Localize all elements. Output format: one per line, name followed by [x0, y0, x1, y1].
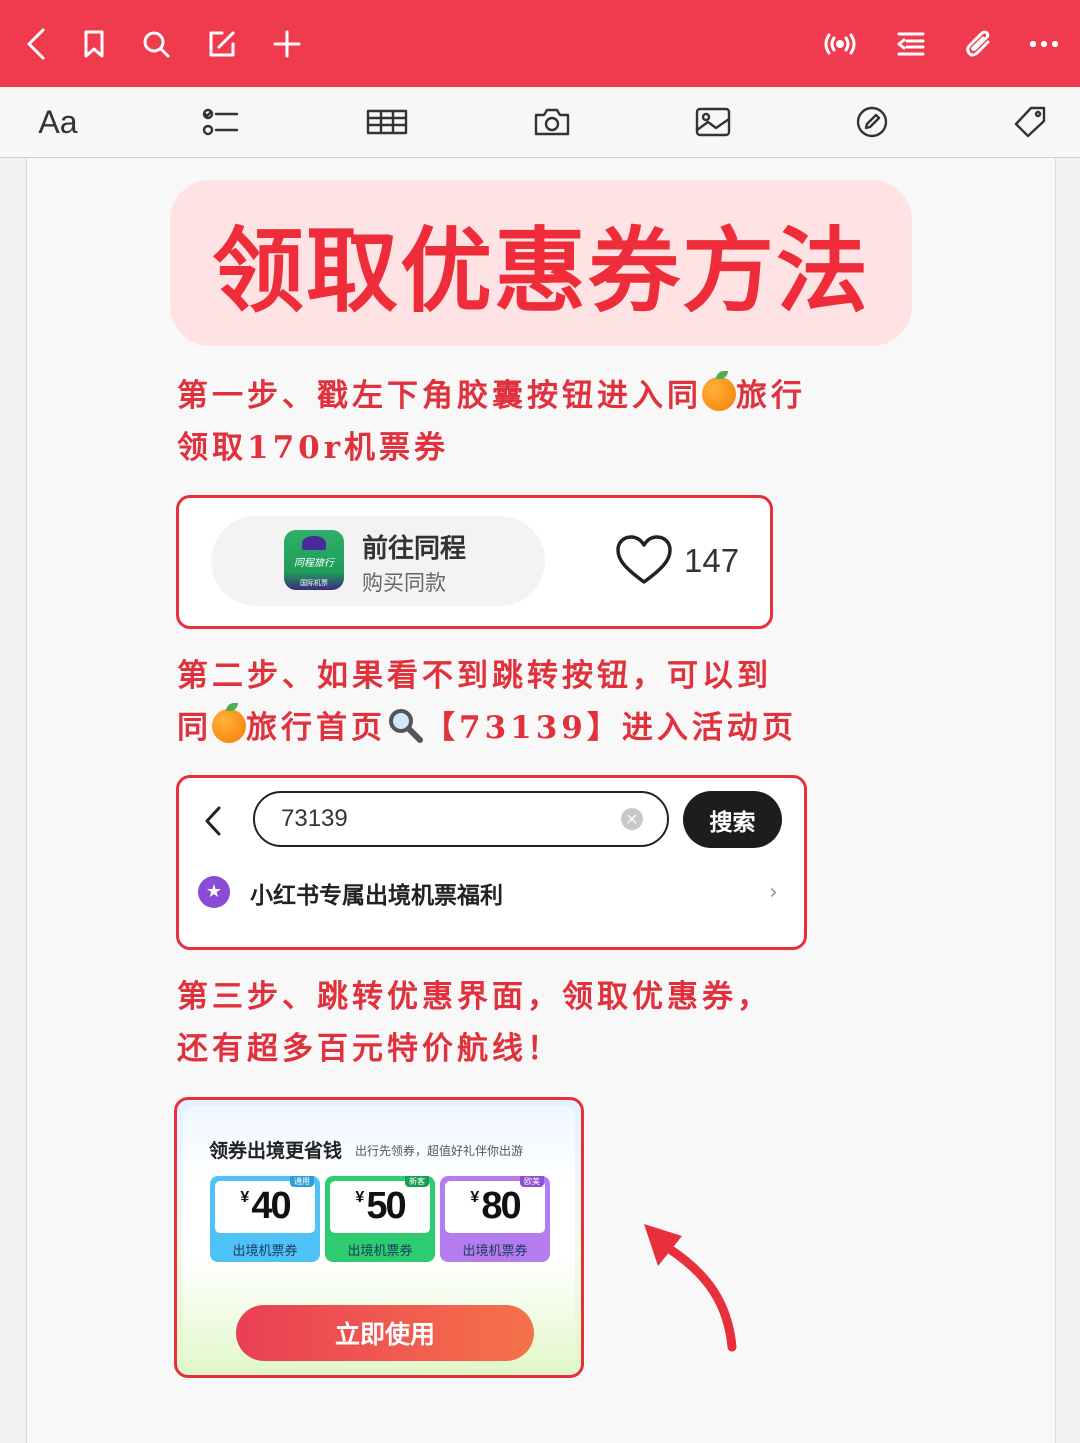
- step1-text: 第一步、戳左下角胶囊按钮进入同 旅行 领取170r机票券: [177, 370, 806, 474]
- search-button[interactable]: 搜索: [683, 791, 782, 848]
- coupon-tag: 通用: [290, 1176, 314, 1187]
- camera-icon[interactable]: [533, 100, 571, 144]
- coupon-40[interactable]: ¥40 通用 出境机票券: [210, 1176, 320, 1262]
- orange-emoji-icon: [212, 703, 246, 743]
- coupon-amount: 40: [251, 1185, 291, 1227]
- use-now-button[interactable]: 立即使用: [236, 1305, 534, 1361]
- coupon-tag: 新客: [405, 1176, 429, 1187]
- font-style-button[interactable]: Aa: [36, 100, 80, 144]
- search-icon[interactable]: [134, 22, 178, 66]
- back-icon[interactable]: [14, 22, 58, 66]
- coupon-label: 出境机票券: [462, 1244, 528, 1259]
- table-icon[interactable]: [366, 100, 408, 144]
- coupon-section-subtitle: 出行先领券，超值好礼伴你出游: [355, 1144, 524, 1158]
- edit-icon[interactable]: [200, 22, 244, 66]
- search-screenshot-card: 73139 × 搜索 ★ 小红书专属出境机票福利 ›: [176, 775, 807, 950]
- heart-icon[interactable]: [615, 534, 673, 586]
- note-page: 领取优惠券方法 第一步、戳左下角胶囊按钮进入同 旅行 领取170r机票券 同程旅行…: [26, 158, 1056, 1443]
- app-logo-icon: 同程旅行 国际机票: [284, 530, 344, 590]
- coupon-amount: 50: [366, 1185, 406, 1227]
- coupon-tag: 欧美: [520, 1176, 544, 1187]
- chevron-right-icon: ›: [769, 880, 778, 905]
- chevron-left-icon[interactable]: [201, 804, 225, 838]
- add-icon[interactable]: [265, 22, 309, 66]
- title-banner: 领取优惠券方法: [170, 180, 912, 346]
- step3-line2: 还有超多百元特价航线！: [177, 1031, 562, 1067]
- orange-emoji-icon: [702, 371, 736, 411]
- coupon-screenshot-card: 领券出境更省钱 出行先领券，超值好礼伴你出游 ¥40 通用 出境机票券 ¥50 …: [174, 1097, 584, 1378]
- clear-icon[interactable]: ×: [621, 808, 643, 830]
- attachment-icon[interactable]: [957, 22, 1001, 66]
- step1-line1a: 第一步、戳左下角胶囊按钮进入同: [177, 378, 702, 414]
- coupon-label: 出境机票券: [347, 1244, 413, 1259]
- capsule-subtitle: 购买同款: [362, 571, 446, 595]
- star-icon: ★: [198, 876, 230, 908]
- like-count: 147: [684, 542, 740, 579]
- search-result-item[interactable]: 小红书专属出境机票福利: [250, 876, 503, 910]
- checklist-icon[interactable]: [200, 100, 240, 144]
- draw-icon[interactable]: [855, 100, 889, 144]
- more-icon[interactable]: [1022, 22, 1066, 66]
- step2-line1: 第二步、如果看不到跳转按钮，可以到: [177, 658, 772, 694]
- step3-line1: 第三步、跳转优惠界面，领取优惠券，: [177, 979, 772, 1015]
- coupon-label: 出境机票券: [232, 1244, 298, 1259]
- top-navigation-bar: [0, 0, 1080, 87]
- goto-app-capsule-button[interactable]: 同程旅行 国际机票 前往同程 购买同款: [211, 516, 545, 606]
- tag-icon[interactable]: [1011, 100, 1047, 144]
- search-input[interactable]: 73139 ×: [253, 791, 669, 847]
- step1-line2: 领取170r机票券: [177, 430, 450, 466]
- magnifier-emoji-icon: [389, 709, 423, 743]
- step1-line1b: 旅行: [736, 378, 806, 414]
- step2-text: 第二步、如果看不到跳转按钮，可以到 同旅行首页 【73139】进入活动页: [177, 650, 797, 754]
- coupon-80[interactable]: ¥80 欧美 出境机票券: [440, 1176, 550, 1262]
- red-arrow-icon: [644, 1224, 737, 1352]
- bookmark-icon[interactable]: [72, 22, 116, 66]
- page-title: 领取优惠券方法: [211, 217, 870, 325]
- step2-line2c: 【73139】进入活动页: [424, 710, 797, 746]
- step2-line2b: 旅行首页: [246, 710, 386, 746]
- step2-line2a: 同: [177, 710, 212, 746]
- app-link-card: 同程旅行 国际机票 前往同程 购买同款 147: [176, 495, 773, 629]
- coupon-50[interactable]: ¥50 新客 出境机票券: [325, 1176, 435, 1262]
- broadcast-icon[interactable]: [818, 22, 862, 66]
- coupon-section-title: 领券出境更省钱: [209, 1140, 343, 1162]
- capsule-title: 前往同程: [362, 534, 467, 564]
- outline-icon[interactable]: [889, 22, 933, 66]
- editor-toolbar: Aa: [0, 87, 1080, 158]
- step3-text: 第三步、跳转优惠界面，领取优惠券， 还有超多百元特价航线！: [177, 971, 772, 1075]
- coupon-amount: 80: [481, 1185, 521, 1227]
- image-icon[interactable]: [694, 100, 732, 144]
